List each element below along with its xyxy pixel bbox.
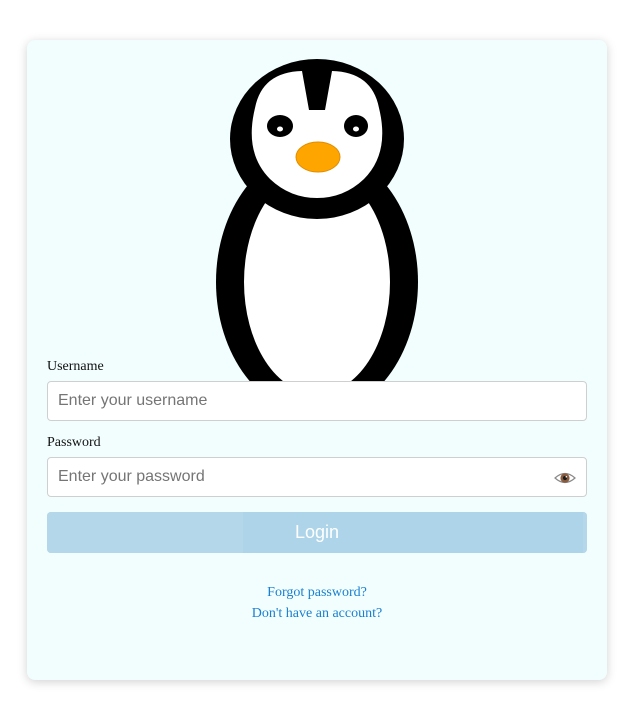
username-field-container <box>47 381 587 421</box>
login-button-label: Login <box>294 522 340 542</box>
login-card: Username Password Login Forgot password?… <box>27 40 607 680</box>
penguin-eye-left <box>267 115 293 137</box>
password-field-container <box>47 457 587 497</box>
login-button-shade-left <box>47 512 243 553</box>
penguin-mascot-icon <box>216 59 418 381</box>
penguin-beak <box>295 141 341 173</box>
forgot-password-link[interactable]: Forgot password? <box>27 582 607 603</box>
penguin-pupil-left <box>277 126 283 132</box>
auth-links: Forgot password? Don't have an account? <box>27 582 607 624</box>
signup-link[interactable]: Don't have an account? <box>27 603 607 624</box>
login-button-shade-right <box>583 512 587 553</box>
penguin-eye-right <box>344 115 368 137</box>
username-input[interactable] <box>48 382 586 420</box>
login-button[interactable]: Login <box>47 512 587 553</box>
password-input[interactable] <box>48 458 586 496</box>
password-label: Password <box>47 435 101 450</box>
username-label: Username <box>47 359 104 374</box>
penguin-pupil-right <box>353 126 359 132</box>
eye-icon[interactable] <box>553 466 577 490</box>
